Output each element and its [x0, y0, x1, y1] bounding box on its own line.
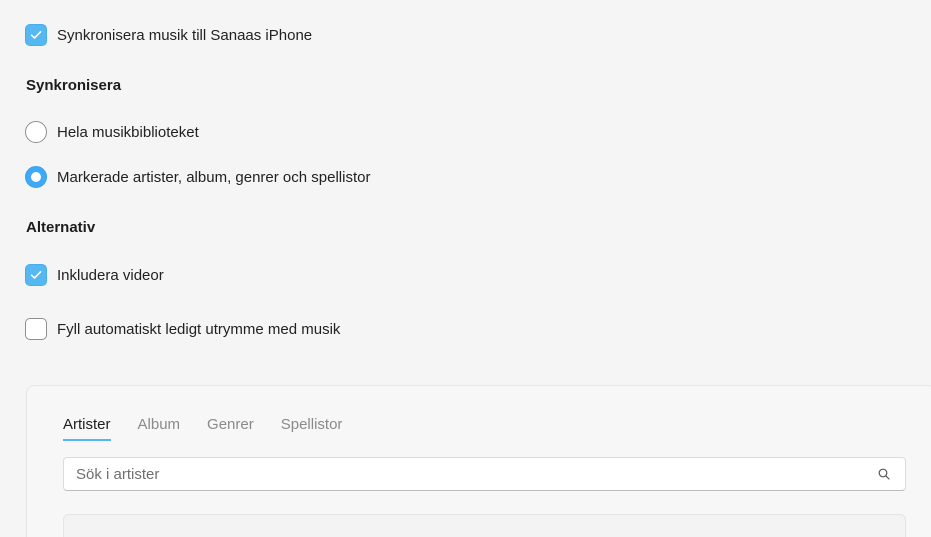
sync-music-label: Synkronisera musik till Sanaas iPhone — [57, 26, 313, 44]
selected-items-label: Markerade artister, album, genrer och sp… — [57, 168, 371, 186]
include-videos-option[interactable]: Inkludera videor — [25, 264, 164, 286]
sync-music-checkbox[interactable] — [25, 24, 47, 46]
checkmark-icon — [30, 271, 42, 279]
browser-tabs: Artister Album Genrer Spellistor — [63, 416, 369, 441]
search-icon[interactable] — [869, 468, 899, 480]
selected-items-radio[interactable] — [25, 166, 47, 188]
artist-search-input[interactable] — [76, 465, 869, 483]
tab-albums[interactable]: Album — [138, 416, 181, 441]
whole-library-radio[interactable] — [25, 121, 47, 143]
sync-whole-library-option[interactable]: Hela musikbiblioteket — [25, 121, 199, 143]
include-videos-label: Inkludera videor — [57, 266, 164, 284]
alternatives-heading: Alternativ — [26, 219, 96, 236]
sync-music-option[interactable]: Synkronisera musik till Sanaas iPhone — [25, 24, 312, 46]
autofill-checkbox[interactable] — [25, 318, 47, 340]
include-videos-checkbox[interactable] — [25, 264, 47, 286]
whole-library-label: Hela musikbiblioteket — [57, 123, 199, 141]
artist-list — [63, 514, 906, 537]
tab-playlists[interactable]: Spellistor — [281, 416, 343, 441]
radio-dot — [31, 172, 41, 182]
checkmark-icon — [30, 31, 42, 39]
autofill-label: Fyll automatiskt ledigt utrymme med musi… — [57, 320, 341, 338]
tab-artists[interactable]: Artister — [63, 416, 111, 441]
music-sync-settings: Synkronisera musik till Sanaas iPhone Sy… — [0, 0, 931, 537]
artist-search-field[interactable] — [63, 457, 906, 491]
sync-selected-option[interactable]: Markerade artister, album, genrer och sp… — [25, 166, 370, 188]
tab-genres[interactable]: Genrer — [207, 416, 254, 441]
sync-heading: Synkronisera — [26, 77, 122, 94]
library-browser-panel: Artister Album Genrer Spellistor — [26, 385, 931, 537]
autofill-option[interactable]: Fyll automatiskt ledigt utrymme med musi… — [25, 318, 340, 340]
